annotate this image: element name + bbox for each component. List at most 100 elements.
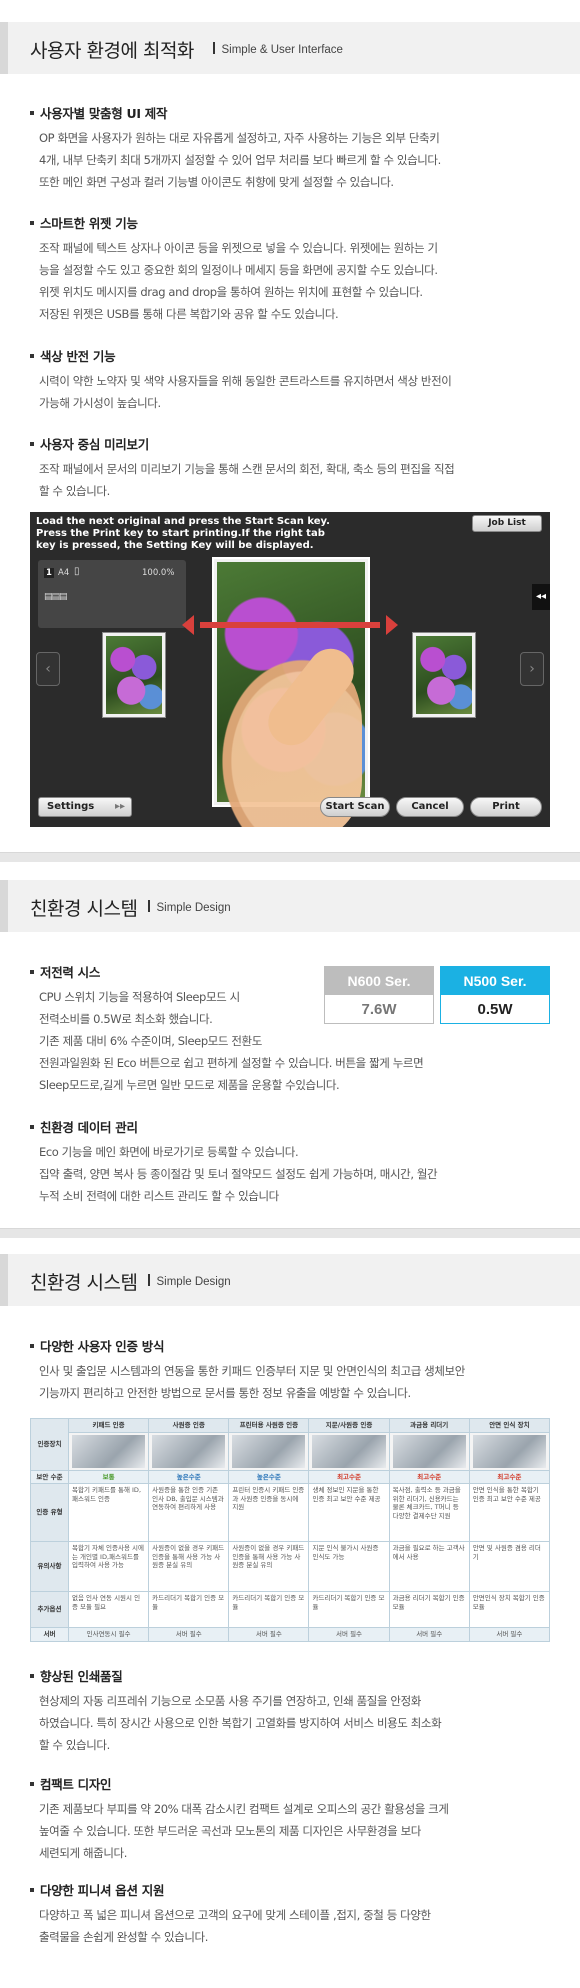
feature-line: OP 화면을 사용자가 원하는 대로 자유롭게 설정하고, 자주 사용하는 기능… [39, 131, 440, 145]
table-cell: 사원증이 없을 경우 키패드 인증을 통해 사용 가능 사원증 분실 유의 [148, 1541, 230, 1592]
section-header-eco: 친환경 시스템 Simple Design [0, 880, 580, 932]
table-cell: 높은수준 [228, 1469, 310, 1484]
table-header-row: 인증장치 키패드 인증 사원증 인증 프린터용 사원증 인증 지문/사원증 인증… [30, 1418, 551, 1471]
device-image [388, 1431, 470, 1471]
row-header: 유의사항 [30, 1541, 69, 1592]
column-header: 프린터용 사원증 인증 [228, 1418, 310, 1433]
document-icon: ▯ [74, 566, 80, 577]
table-cell: 프린터 인증시 키패드 인증과 사원증 인증을 동시에 지원 [228, 1483, 310, 1542]
row-header: 추가옵션 [30, 1591, 69, 1628]
table-cell: 과금을 필요로 하는 고객사에서 사용 [388, 1541, 470, 1592]
column-header: 지문/사원증 인증 [308, 1418, 390, 1433]
job-list-button[interactable]: Job List [472, 515, 542, 532]
feature-heading: 사용자별 맞춤형 UI 제작 [30, 103, 550, 122]
feature-preview: 사용자 중심 미리보기 조작 패널에서 문서의 미리보기 기능을 통해 스캔 문… [30, 434, 550, 502]
table-cell: 서버 필수 [148, 1627, 230, 1642]
row-header: 보안 수준 [30, 1469, 69, 1484]
column-header: 안면 인식 장치 [468, 1418, 551, 1433]
pages-icon: ▤▤▤ [44, 592, 67, 602]
section-title: 친환경 시스템 [30, 898, 138, 920]
feature-line: 기존 제품 대비 6% 수준이며, Sleep모드 전환도 [39, 1034, 262, 1048]
feature-auth-methods: 다양한 사용자 인증 방식 인사 및 출입문 시스템과의 연동을 통한 키패드 … [30, 1336, 550, 1404]
feature-line: 할 수 있습니다. [39, 1738, 110, 1752]
section-title: 사용자 환경에 최적화 [30, 40, 194, 62]
scan-info-panel: 1 A4 ▯ 100.0% ▤▤▤ [38, 560, 186, 628]
feature-line: 위젯 위치도 메시지를 drag and drop을 통하여 원하는 위치에 표… [39, 285, 423, 299]
settings-label: Settings [47, 801, 95, 812]
feature-line: 시력이 약한 노약자 및 색약 사용자들을 위해 동일한 콘트라스트를 유지하면… [39, 374, 452, 388]
panel-message: Load the next original and press the Sta… [36, 516, 330, 551]
feature-line: 저장된 위젯은 USB를 통해 다른 복합기와 공유 할 수도 있습니다. [39, 307, 339, 321]
feature-line: 조작 패널에서 문서의 미리보기 기능을 통해 스캔 문서의 회전, 확대, 축… [39, 462, 455, 476]
page-count: 1 [44, 568, 54, 578]
section-header-ui: 사용자 환경에 최적화 Simple & User Interface [0, 22, 580, 74]
table-cell: 과금용 리더기 복합기 인증 모듈 [388, 1591, 470, 1628]
feature-line: 기능까지 편리하고 안전한 방법으로 문서를 통한 정보 유출을 예방할 수 있… [39, 1386, 411, 1400]
feature-heading: 색상 반전 기능 [30, 346, 550, 365]
column-header: 과금용 리더기 [388, 1418, 470, 1433]
section-subtitle: Simple Design [148, 1274, 231, 1288]
settings-button[interactable]: Settings ▸▸ [38, 797, 132, 817]
table-cell: 사원증을 통한 인증 기존 인사 DB, 출입문 시스템과 연동하여 편리하게 … [148, 1483, 230, 1542]
row-header: 인증 유형 [30, 1483, 69, 1542]
feature-heading: 향상된 인쇄품질 [30, 1666, 550, 1685]
feature-line: 집약 출력, 양면 복사 등 종이절감 및 토너 절약모드 설정도 쉽게 가능하… [39, 1167, 438, 1181]
table-cell: 지문 인식 불가시 사원증 인식도 가능 [308, 1541, 390, 1592]
row-header: 서버 [30, 1627, 69, 1642]
feature-line: Sleep모드로,길게 누르면 일반 모드로 제품을 운용할 수있습니다. [39, 1078, 340, 1092]
paper-size: A4 [58, 568, 70, 578]
table-cell: 사원증이 없을 경우 키패드 인증을 통해 사용 가능 사원증 분실 유의 [228, 1541, 310, 1592]
table-cell: 높은수준 [148, 1469, 230, 1484]
section-divider [0, 1228, 580, 1238]
table-cell: 안면인식 장치 복합기 인증 모듈 [468, 1591, 551, 1628]
print-button[interactable]: Print [470, 797, 542, 817]
feature-finisher: 다양한 피니셔 옵션 지원 다양하고 폭 넓은 피니셔 옵션으로 고객의 요구에… [30, 1880, 550, 1948]
feature-line: 또한 메인 화면 구성과 컬러 기능별 아이콘도 취향에 맞게 설정할 수 있습… [39, 175, 394, 189]
feature-line: 현상제의 자동 리프레쉬 기능으로 소모품 사용 주기를 연장하고, 인쇄 품질… [39, 1694, 421, 1708]
feature-eco-data: 친환경 데이터 관리 Eco 기능을 메인 화면에 바로가기로 등록할 수 있습… [30, 1117, 550, 1207]
feature-heading: 스마트한 위젯 기능 [30, 213, 550, 232]
operation-panel-screenshot: Load the next original and press the Sta… [30, 512, 550, 827]
resize-arrow-icon [182, 615, 398, 635]
preview-thumbnail-right[interactable] [412, 632, 476, 718]
column-header: 키패드 인증 [67, 1418, 150, 1433]
table-cell: 복합기 자체 인증사용 시에는 개인별 ID,패스워드를 입력하여 사용 가능 [67, 1541, 150, 1592]
table-cell: 서버 필수 [308, 1627, 390, 1642]
table-cell: 카드리더기 복합기 인증 모듈 [148, 1591, 230, 1628]
model-power: 7.6W [361, 1001, 397, 1018]
table-row: 서버 인사연동시 필수 서버 필수 서버 필수 서버 필수 서버 필수 서버 필… [30, 1627, 551, 1642]
table-cell: 생체 정보인 지문을 통한 인증 최고 보안 수준 제공 [308, 1483, 390, 1542]
table-cell: 안면 및 사원증 겸용 리더기 [468, 1541, 551, 1592]
table-cell: 카드리더기 복합기 인증 모듈 [308, 1591, 390, 1628]
table-cell: 안면 인식을 통한 복합기 인증 최고 보안 수준 제공 [468, 1483, 551, 1542]
preview-thumbnail-left[interactable] [102, 632, 166, 718]
start-scan-button[interactable]: Start Scan [320, 797, 390, 817]
feature-line: 4개, 내부 단축키 최대 5개까지 설정할 수 있어 업무 처리를 보다 빠르… [39, 153, 441, 167]
table-image-row [31, 1431, 551, 1471]
table-row: 추가옵션 없음 인사 연동 시원시 인증 모듈 필요 카드리더기 복합기 인증 … [30, 1591, 551, 1628]
feature-line: 높여줄 수 있습니다. 또한 부드러운 곡선과 모노톤의 제품 디자인은 사무환… [39, 1824, 421, 1838]
model-name: N600 Ser. [325, 967, 433, 995]
section-subtitle: Simple & User Interface [213, 42, 343, 56]
column-header: 사원증 인증 [148, 1418, 230, 1433]
table-row: 보안 수준 보통 높은수준 높은수준 최고수준 최고수준 최고수준 [30, 1469, 551, 1484]
cancel-button[interactable]: Cancel [396, 797, 464, 817]
feature-widget: 스마트한 위젯 기능 조작 패널에 텍스트 상자나 아이콘 등을 위젯으로 넣을… [30, 213, 550, 325]
feature-heading: 컴팩트 디자인 [30, 1774, 550, 1793]
feature-line: 기존 제품보다 부피를 약 20% 대폭 감소시킨 컴팩트 설계로 오피스의 공… [39, 1802, 449, 1816]
feature-heading: 친환경 데이터 관리 [30, 1117, 550, 1136]
side-tab-icon[interactable]: ◂◂ [532, 584, 550, 610]
chevron-right-icon[interactable]: › [520, 652, 544, 686]
device-image [67, 1431, 150, 1471]
section-title: 친환경 시스템 [30, 1272, 138, 1294]
table-cell: 서버 필수 [468, 1627, 551, 1642]
model-power: 0.5W [477, 1001, 513, 1018]
feature-heading: 사용자 중심 미리보기 [30, 434, 550, 453]
device-image [228, 1431, 310, 1471]
feature-line: 할 수 있습니다. [39, 484, 110, 498]
device-image [148, 1431, 230, 1471]
table-cell: 카드리더기 복합기 인증 모듈 [228, 1591, 310, 1628]
feature-line: 누적 소비 전력에 대한 리스트 관리도 할 수 있습니다 [39, 1189, 279, 1203]
feature-heading: 다양한 피니셔 옵션 지원 [30, 1880, 550, 1899]
chevron-left-icon[interactable]: ‹ [36, 652, 60, 686]
